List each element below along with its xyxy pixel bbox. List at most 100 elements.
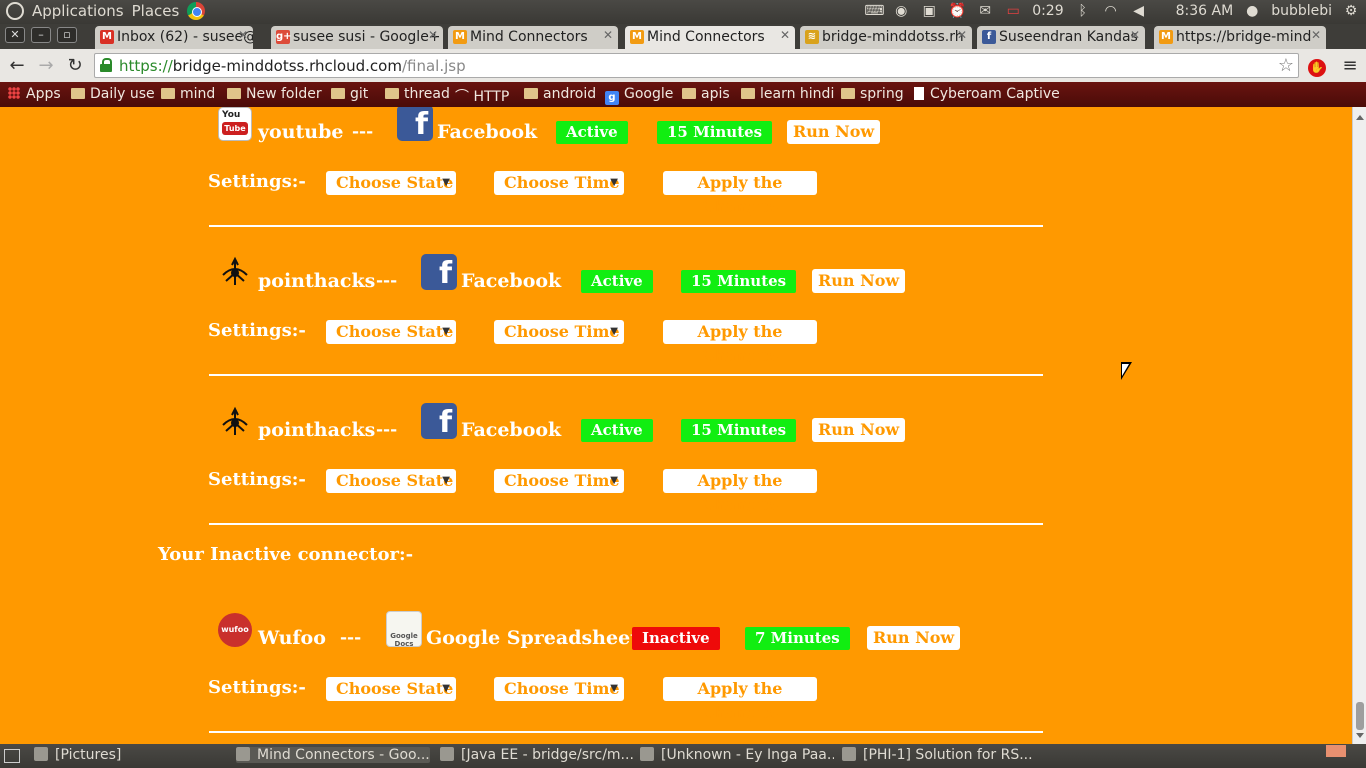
run-now-button[interactable]: Run Now: [867, 626, 961, 650]
state-select[interactable]: Choose State ▼: [326, 677, 456, 701]
taskbar-item[interactable]: [Java EE - bridge/src/m...: [440, 747, 634, 763]
scroll-down-arrow-icon[interactable]: [1356, 733, 1364, 742]
chevron-down-icon: ▼: [610, 326, 618, 337]
tab-close-icon[interactable]: ✕: [238, 28, 248, 42]
gear-icon[interactable]: ⚙: [1342, 2, 1360, 20]
ubuntu-logo-icon[interactable]: [6, 2, 24, 20]
browser-tab[interactable]: f Suseendran Kandas ✕: [977, 26, 1145, 49]
bookmark-mind[interactable]: mind: [161, 86, 215, 102]
keyboard-icon[interactable]: ⌨: [864, 2, 884, 20]
state-select[interactable]: Choose State ▼: [326, 469, 456, 493]
state-select[interactable]: Choose State ▼: [326, 171, 456, 195]
bookmark-daily-use[interactable]: Daily use: [71, 86, 155, 102]
bluetooth-icon[interactable]: ᛒ: [1074, 2, 1092, 20]
time-select[interactable]: Choose Time ▼: [494, 469, 624, 493]
apply-changes-button[interactable]: Apply the Changes: [663, 677, 817, 722]
forward-arrow-icon[interactable]: →: [35, 55, 57, 77]
bookmark-label: Google: [624, 86, 674, 102]
applications-menu[interactable]: Applications: [32, 2, 124, 20]
status-badge: Inactive: [632, 627, 720, 650]
browser-tab[interactable]: Mhttps://bridge-mind ✕: [1154, 26, 1326, 49]
state-select[interactable]: Choose State ▼: [326, 320, 456, 344]
bookmark-learn-hindi[interactable]: learn hindi: [741, 86, 834, 102]
bookmark-apps[interactable]: Apps: [8, 86, 61, 102]
address-bar[interactable]: https://bridge-minddotss.rhcloud.com/fin…: [94, 53, 1299, 78]
reload-icon[interactable]: ↻: [64, 55, 86, 77]
terminal-icon[interactable]: ▣: [920, 2, 938, 20]
app-icon: [34, 747, 48, 761]
browser-tab[interactable]: M Mind Connectors ✕: [448, 26, 618, 49]
scroll-up-arrow-icon[interactable]: [1356, 111, 1364, 120]
state-select-value: Choose State: [336, 173, 454, 192]
user-name[interactable]: bubblebi: [1271, 3, 1332, 19]
window-maximize-icon[interactable]: ▫: [57, 27, 77, 43]
tab-close-icon[interactable]: ✕: [1311, 28, 1321, 42]
apply-changes-button[interactable]: Apply the Changes: [663, 469, 817, 514]
show-desktop-icon[interactable]: [4, 749, 20, 763]
tab-title: Mind Connectors: [647, 29, 765, 45]
browser-tab[interactable]: M Inbox (62) - susee@ ✕: [95, 26, 253, 49]
taskbar-item[interactable]: [Unknown - Ey Inga Paa...: [640, 747, 834, 763]
browser-tab[interactable]: g+ susee susi - Google+ ✕: [271, 26, 443, 49]
apply-changes-button[interactable]: Apply the Changes: [663, 171, 817, 216]
back-arrow-icon[interactable]: ←: [6, 55, 28, 77]
bookmark-new-folder[interactable]: New folder: [227, 86, 322, 102]
tab-close-icon[interactable]: ✕: [780, 28, 790, 42]
time-select[interactable]: Choose Time ▼: [494, 171, 624, 195]
places-menu[interactable]: Places: [132, 2, 180, 20]
bookmark-label: thread: [404, 86, 450, 102]
tab-close-icon[interactable]: ✕: [1130, 28, 1140, 42]
wifi-icon[interactable]: ◠: [1102, 2, 1120, 20]
tab-close-icon[interactable]: ✕: [603, 28, 613, 42]
url-text[interactable]: https://bridge-minddotss.rhcloud.com/fin…: [119, 57, 466, 75]
page-scrollbar[interactable]: [1352, 107, 1366, 744]
bookmark-android[interactable]: android: [524, 86, 596, 102]
taskbar-item[interactable]: [PHI-1] Solution for RS...: [842, 747, 1036, 763]
bookmark-apis[interactable]: apis: [682, 86, 730, 102]
tab-close-icon[interactable]: ✕: [957, 28, 967, 42]
mouse-cursor-icon: [1121, 362, 1132, 380]
taskbar-item-label: [Unknown - Ey Inga Paa...: [661, 747, 834, 763]
bookmark-star-icon[interactable]: ☆: [1278, 55, 1294, 76]
eclipse-icon[interactable]: ◉: [892, 2, 910, 20]
battery-time[interactable]: 0:29: [1032, 3, 1063, 19]
taskbar-item[interactable]: Mind Connectors - Goo...: [236, 747, 430, 763]
window-close-icon[interactable]: ✕: [5, 27, 25, 43]
time-select-value: Choose Time: [504, 173, 620, 192]
connector-row: pointhacks --- f Facebook Active 15 Minutes Ru…: [0, 254, 1352, 404]
chrome-launcher-icon[interactable]: [187, 2, 206, 20]
time-select[interactable]: Choose Time ▼: [494, 677, 624, 701]
connector-row: pointhacks --- f Facebook Active 15 Minutes Ru…: [0, 403, 1352, 553]
alarm-clock-icon[interactable]: ⏰: [948, 2, 966, 20]
window-minimize-icon[interactable]: –: [31, 27, 51, 43]
bookmark-git[interactable]: git: [331, 86, 368, 102]
bookmark-thread[interactable]: thread: [385, 86, 450, 102]
taskbar-item[interactable]: [Pictures]: [34, 747, 224, 763]
bookmarks-bar: Apps Daily use mind New folder git thread ⌒ HT…: [0, 82, 1366, 107]
browser-toolbar: ← → ↻ https://bridge-minddotss.rhcloud.c…: [0, 49, 1366, 82]
trash-icon[interactable]: [1326, 745, 1346, 757]
scrollbar-thumb[interactable]: [1356, 702, 1364, 730]
mindconnectors-icon: M: [630, 30, 644, 44]
browser-tab[interactable]: ≋ bridge-minddotss.rh ✕: [800, 26, 972, 49]
clock[interactable]: 8:36 AM: [1176, 3, 1234, 19]
battery-icon[interactable]: ▭: [1004, 2, 1022, 20]
bookmark-google[interactable]: g Google: [605, 86, 673, 105]
apply-changes-button[interactable]: Apply the Changes: [663, 320, 817, 365]
adblock-icon[interactable]: ✋: [1306, 55, 1328, 77]
tab-close-icon[interactable]: ✕: [428, 28, 438, 42]
time-select[interactable]: Choose Time ▼: [494, 320, 624, 344]
browser-tab[interactable]: M Mind Connectors ✕: [625, 26, 795, 49]
run-now-button[interactable]: Run Now: [812, 418, 906, 442]
menu-hamburger-icon[interactable]: ≡: [1339, 55, 1361, 77]
bookmark-cyberoam-captive[interactable]: Cyberoam Captive: [914, 86, 1060, 102]
bookmark-spring[interactable]: spring: [841, 86, 904, 102]
url-scheme: https://: [119, 57, 173, 75]
user-icon[interactable]: ●: [1243, 2, 1261, 20]
pointhacks-icon: [218, 405, 252, 439]
mail-icon[interactable]: ✉: [976, 2, 994, 20]
bookmark-http[interactable]: ⌒ HTTP: [455, 86, 509, 106]
run-now-button[interactable]: Run Now: [812, 269, 906, 293]
run-now-button[interactable]: Run Now: [787, 120, 881, 144]
volume-icon[interactable]: ◀: [1130, 2, 1148, 20]
